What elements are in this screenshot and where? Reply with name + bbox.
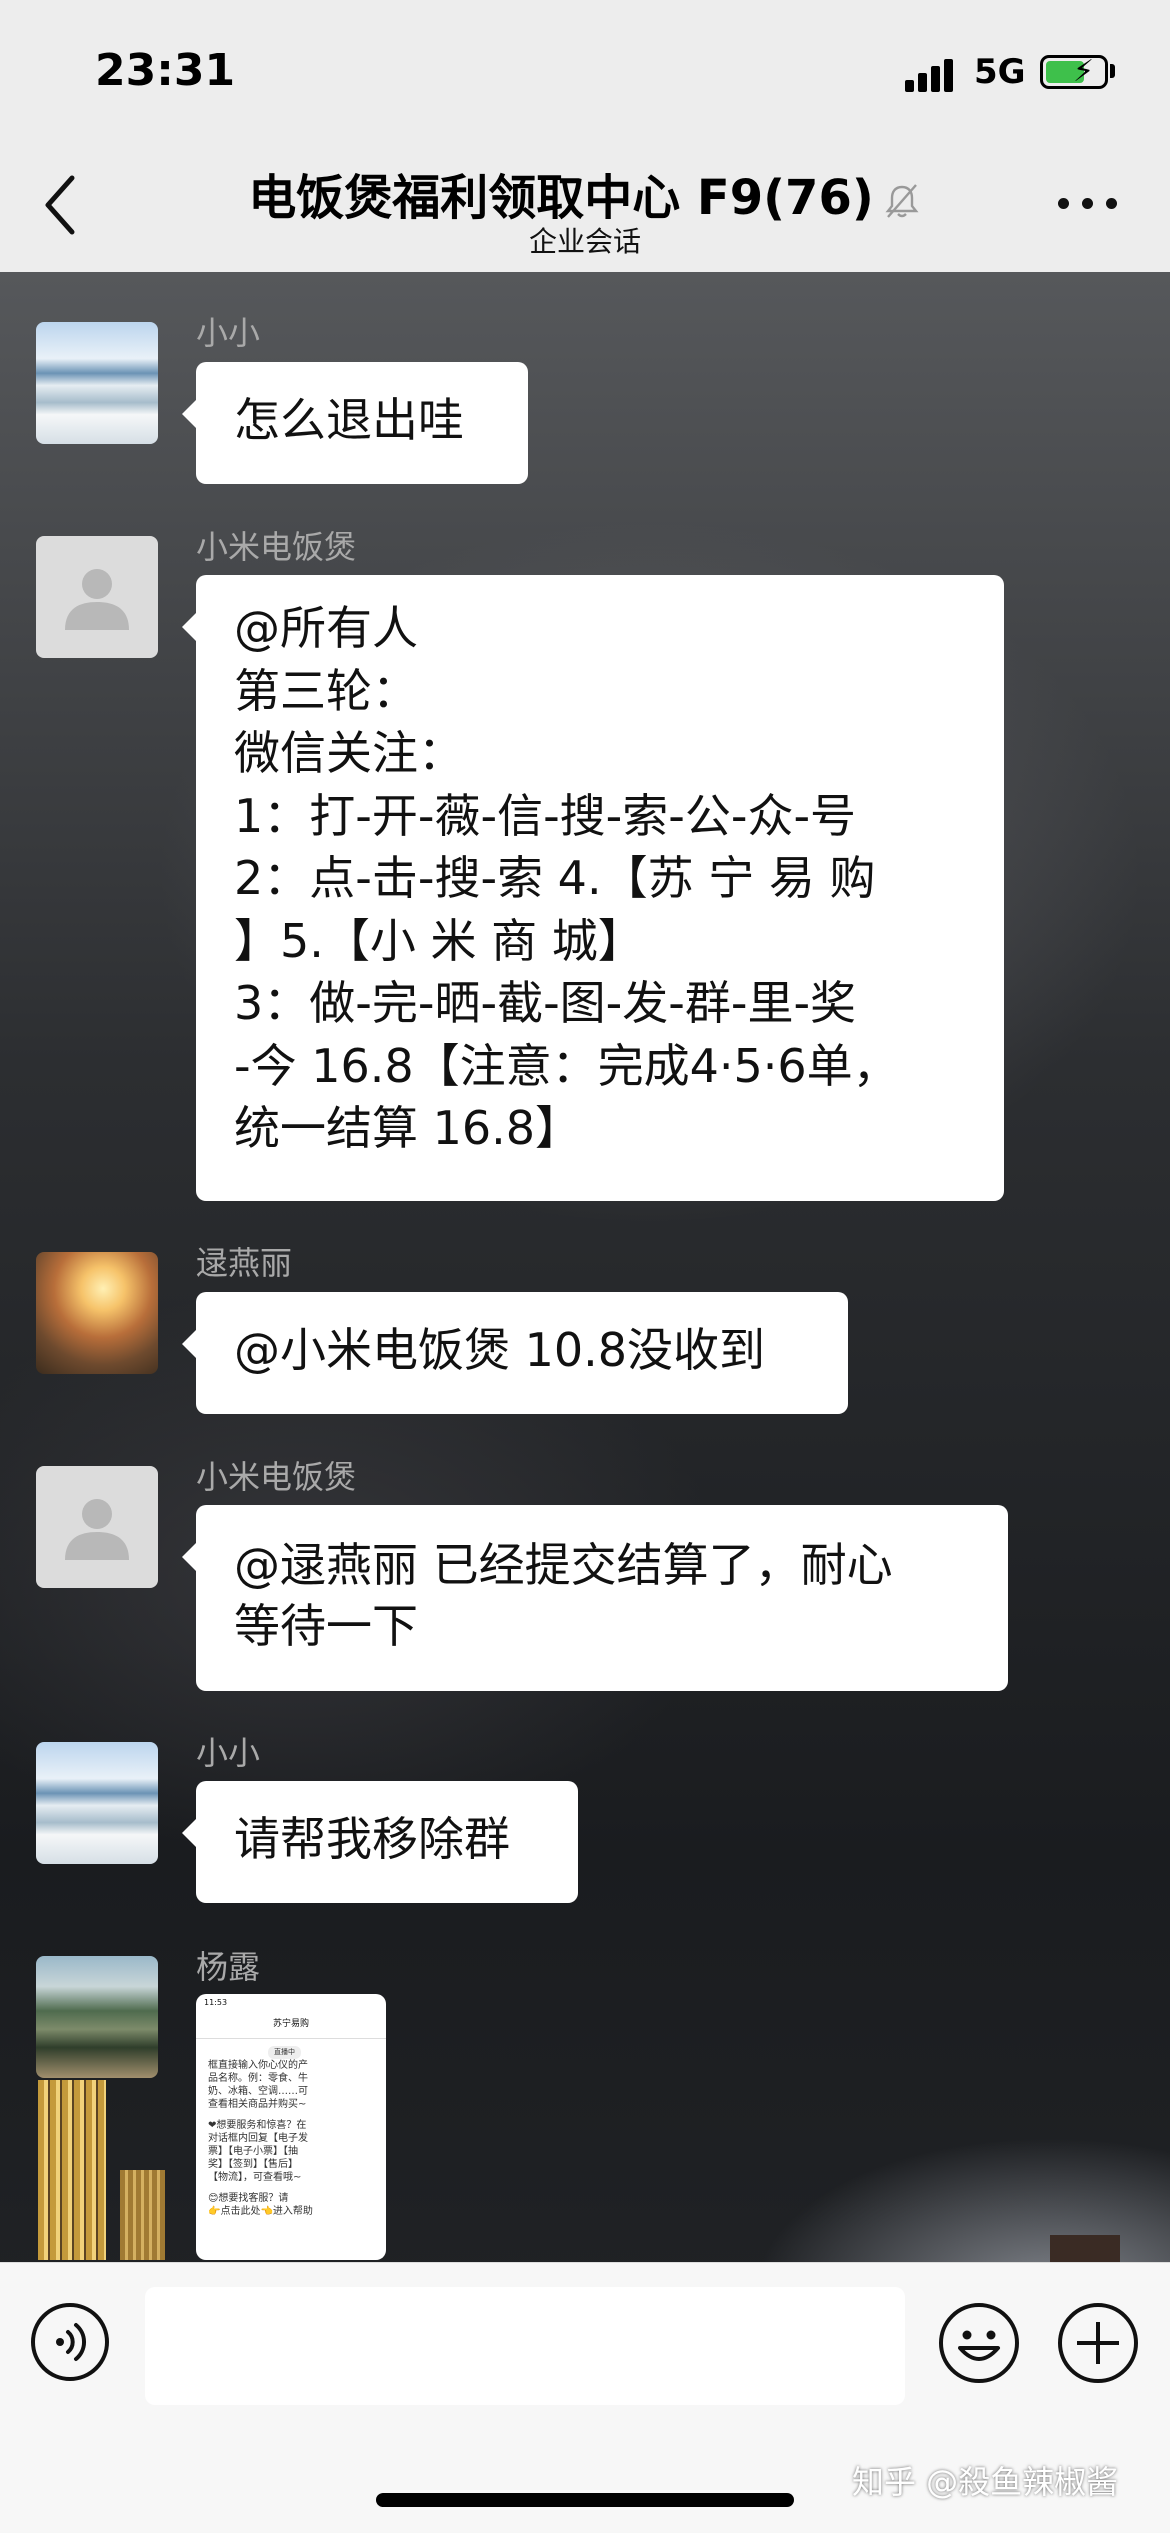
status-time: 23:31 [95, 45, 236, 96]
message-bubble[interactable]: @所有人 第三轮： 微信关注： 1：打-开-薇-信-搜-索-公-众-号 2：点-… [182, 575, 1004, 1201]
signal-icon [905, 58, 957, 92]
network-type: 5G [974, 52, 1026, 92]
top-bar: 23:31 5G ⚡ 电饭煲福利领取中心 F9(76) 企业会话 [0, 0, 1170, 272]
sender-name: 小米电饭煲 [196, 1458, 357, 1496]
message-input[interactable] [145, 2287, 905, 2405]
avatar[interactable] [36, 322, 158, 444]
more-options-icon[interactable] [1058, 196, 1118, 212]
home-indicator[interactable] [376, 2493, 794, 2507]
message-text: 3：做-完-晒-截-图-发-群-里-奖 [234, 976, 857, 1030]
message-text: 微信关注： [234, 726, 464, 780]
message-text: 等待一下 [234, 1599, 418, 1653]
message-text: 请帮我移除群 [234, 1812, 510, 1866]
message-text: 怎么退出哇 [234, 393, 464, 447]
message-text: -今 16.8【注意：完成4·5·6单， [234, 1038, 899, 1093]
live-pill: 直播中 [268, 2046, 301, 2059]
sender-name: 小小 [196, 314, 261, 352]
message-text: 第三轮： [234, 663, 418, 718]
battery-icon: ⚡ [1040, 54, 1108, 89]
mute-bell-icon [885, 184, 919, 218]
message-text: @小米电饭煲 10.8没收到 [234, 1323, 766, 1377]
message-text: 】5.【小 米 商 城】 [234, 913, 644, 968]
chat-title: 电饭煲福利领取中心 F9(76) [0, 158, 1170, 228]
building-decoration [120, 2170, 165, 2260]
message-text: 2：点-击-搜-索 4.【苏 宁 易 购 [234, 851, 876, 905]
chat-subtitle: 企业会话 [528, 225, 641, 258]
image-header: 11:53 苏宁易购 [196, 1994, 386, 2039]
avatar[interactable] [36, 1956, 158, 2078]
message-bubble[interactable]: 怎么退出哇 [182, 362, 528, 484]
avatar[interactable] [36, 1466, 158, 1588]
default-user-icon [65, 1499, 129, 1560]
image-body: 直播中 框直接输入你心仪的产 品名称。例：零食、牛 奶、冰箱、空调……可 查看相… [208, 2046, 313, 2217]
emoji-icon[interactable] [938, 2302, 1020, 2384]
sender-name: 逯燕丽 [196, 1244, 293, 1282]
voice-input-icon[interactable] [30, 2302, 110, 2382]
avatar[interactable] [36, 536, 158, 658]
message-text: @逯燕丽 已经提交结算了，耐心 [234, 1538, 893, 1592]
default-user-icon [65, 569, 129, 630]
sender-name: 杨露 [196, 1948, 261, 1986]
watermark: 知乎 @殺鱼辣椒酱 [852, 2463, 1119, 2501]
message-text: @所有人 [234, 601, 418, 655]
sender-name: 小米电饭煲 [196, 528, 357, 566]
message-bubble[interactable]: @小米电饭煲 10.8没收到 [182, 1292, 848, 1414]
image-message[interactable]: 11:53 苏宁易购 直播中 框直接输入你心仪的产 品名称。例：零食、牛 奶、冰… [196, 1994, 386, 2260]
building-decoration [1050, 2235, 1120, 2263]
chat-title-text: 电饭煲福利领取中心 F9(76) [248, 170, 874, 226]
sender-name: 小小 [196, 1734, 261, 1772]
message-bubble[interactable]: @逯燕丽 已经提交结算了，耐心 等待一下 [182, 1505, 1008, 1691]
message-text: 统一结算 16.8】 [234, 1101, 582, 1155]
plus-icon[interactable] [1057, 2302, 1139, 2384]
message-text: 1：打-开-薇-信-搜-索-公-众-号 [234, 788, 857, 843]
avatar[interactable] [36, 1252, 158, 1374]
building-decoration [38, 2080, 106, 2260]
message-bubble[interactable]: 请帮我移除群 [182, 1781, 578, 1903]
avatar[interactable] [36, 1742, 158, 1864]
